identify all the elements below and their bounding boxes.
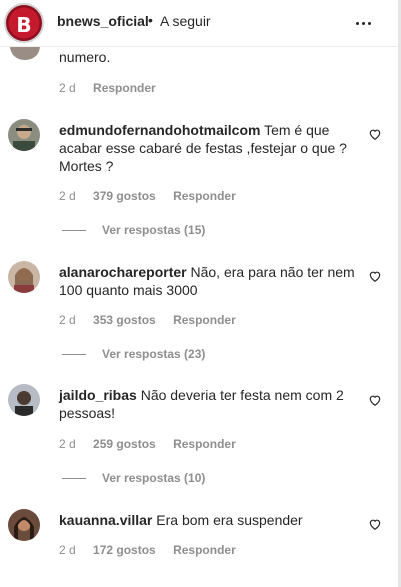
comment-text: kauanna.villar Era bom era suspender bbox=[59, 512, 303, 528]
likes-count[interactable]: 259 gostos bbox=[93, 437, 156, 451]
comment-username[interactable]: jaildo_ribas bbox=[59, 387, 137, 403]
comment-time: 2 d bbox=[59, 189, 76, 203]
comment-text: alanarochareporter Não, era para não ter… bbox=[59, 264, 355, 298]
comment-time: 2 d bbox=[59, 437, 76, 451]
view-replies-button[interactable]: Ver respostas (15) bbox=[62, 223, 205, 237]
logo-letter: B bbox=[16, 13, 32, 37]
like-heart-icon[interactable] bbox=[368, 269, 382, 283]
reply-button[interactable]: Responder bbox=[173, 189, 236, 203]
comment-meta: 2 d 259 gostos Responder bbox=[59, 437, 250, 451]
reply-button[interactable]: Responder bbox=[173, 543, 236, 557]
account-avatar[interactable]: B bbox=[4, 3, 44, 43]
post-header: B bnews_oficial • A seguir bbox=[0, 0, 398, 47]
likes-count[interactable]: 379 gostos bbox=[93, 189, 156, 203]
likes-count[interactable]: 172 gostos bbox=[93, 543, 156, 557]
avatar[interactable] bbox=[8, 119, 40, 151]
account-name[interactable]: bnews_oficial bbox=[57, 13, 149, 29]
comment-time: 2 d bbox=[59, 543, 76, 557]
like-heart-icon[interactable] bbox=[368, 127, 382, 141]
comment-text: edmundofernandohotmailcom Tem é que acab… bbox=[59, 122, 347, 174]
reply-button[interactable]: Responder bbox=[173, 313, 236, 327]
comment-text: jaildo_ribas Não deveria ter festa nem c… bbox=[59, 387, 344, 421]
comment-username[interactable]: alanarochareporter bbox=[59, 264, 187, 280]
reply-button[interactable]: Responder bbox=[93, 81, 156, 95]
like-heart-icon[interactable] bbox=[368, 393, 382, 407]
avatar[interactable] bbox=[8, 261, 40, 293]
more-options-icon[interactable] bbox=[356, 12, 376, 32]
separator-dot: • bbox=[148, 12, 153, 28]
reply-button[interactable]: Responder bbox=[173, 437, 236, 451]
comment-username[interactable]: kauanna.villar bbox=[59, 512, 152, 528]
comment-time: 2 d bbox=[59, 313, 76, 327]
view-replies-button[interactable]: Ver respostas (23) bbox=[62, 347, 205, 361]
comment-meta: 2 d 353 gostos Responder bbox=[59, 313, 250, 327]
avatar[interactable] bbox=[8, 509, 40, 541]
following-button[interactable]: A seguir bbox=[160, 13, 211, 29]
view-replies-button[interactable]: Ver respostas (10) bbox=[62, 471, 205, 485]
comment-meta: 2 d Responder bbox=[59, 81, 170, 95]
like-heart-icon[interactable] bbox=[368, 517, 382, 531]
likes-count[interactable]: 353 gostos bbox=[93, 313, 156, 327]
comment-username[interactable]: edmundofernandohotmailcom bbox=[59, 122, 260, 138]
comment-time: 2 d bbox=[59, 81, 76, 95]
avatar[interactable] bbox=[10, 46, 40, 60]
comment-text: numero. bbox=[59, 49, 111, 65]
avatar[interactable] bbox=[8, 384, 40, 416]
comment-meta: 2 d 172 gostos Responder bbox=[59, 543, 250, 557]
comment-meta: 2 d 379 gostos Responder bbox=[59, 189, 250, 203]
